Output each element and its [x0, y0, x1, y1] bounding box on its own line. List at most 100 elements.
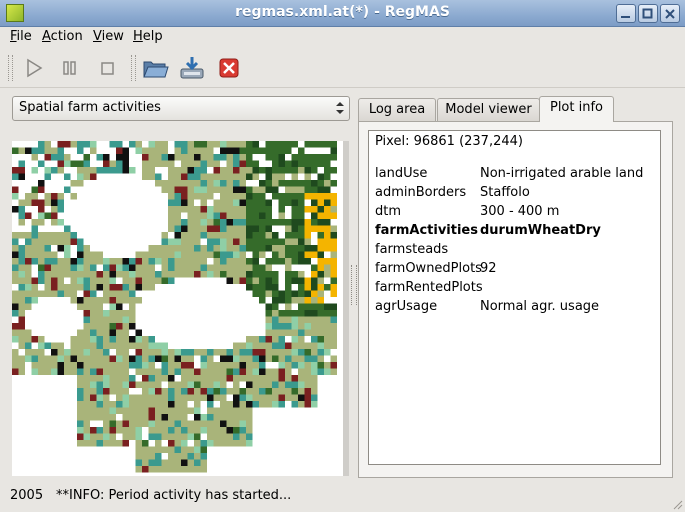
map-cell [246, 141, 253, 148]
map-cell [298, 394, 305, 401]
map-cell [233, 271, 240, 278]
map-cell [122, 310, 129, 317]
stop-button[interactable] [93, 54, 121, 82]
plot-info-box[interactable]: Pixel: 96861 (237,244) landUse Non-irriga… [368, 130, 661, 465]
map-cell [44, 368, 51, 375]
map-cell [181, 186, 188, 193]
map-cell [12, 238, 19, 245]
toolbar-grip[interactable] [8, 55, 13, 81]
map-cell [233, 342, 240, 349]
menu-file[interactable]: File [10, 29, 32, 44]
map-cell [285, 147, 292, 154]
tab-model-viewer[interactable]: Model viewer [437, 98, 540, 121]
map-cell [311, 290, 318, 297]
stop-icon [101, 62, 114, 75]
map-cell [272, 303, 279, 310]
map-cell [187, 453, 194, 460]
map-cell [12, 355, 19, 362]
map-cell [317, 329, 324, 336]
layer-select[interactable]: Spatial farm activities [12, 96, 350, 121]
map-cell [77, 420, 84, 427]
info-key: farmOwnedPlots [375, 261, 482, 276]
map-cell [57, 147, 64, 154]
map-cell [174, 251, 181, 258]
map-cell [317, 160, 324, 167]
map-cell [272, 180, 279, 187]
map-cell [83, 336, 90, 343]
map-cell [12, 303, 19, 310]
map-cell [304, 297, 311, 304]
map-cell [135, 453, 142, 460]
map-cell [265, 206, 272, 213]
map-cell [142, 381, 149, 388]
close-window-button[interactable] [660, 4, 680, 23]
map-cell [155, 446, 162, 453]
panel-splitter[interactable] [351, 265, 357, 305]
map-cell [103, 388, 110, 395]
map-cell [265, 186, 272, 193]
map-cell [31, 199, 38, 206]
maximize-button[interactable] [638, 4, 658, 23]
map-cell [304, 290, 311, 297]
map-cell [220, 420, 227, 427]
tab-plot-info[interactable]: Plot info [539, 96, 614, 122]
title-bar[interactable]: regmas.xml.at(*) - RegMAS [0, 0, 685, 27]
map-cell [285, 271, 292, 278]
map-cell [298, 401, 305, 408]
play-button[interactable] [20, 54, 48, 82]
map-cell [298, 186, 305, 193]
map-cell [298, 212, 305, 219]
map-cell [330, 303, 337, 310]
map-cell [148, 271, 155, 278]
map-cell [304, 238, 311, 245]
map-cell [116, 284, 123, 291]
close-button[interactable] [215, 54, 243, 82]
map-cell [70, 271, 77, 278]
menu-help[interactable]: Help [133, 29, 163, 44]
map-cell [330, 238, 337, 245]
map-cell [181, 160, 188, 167]
toolbar-grip-2[interactable] [131, 55, 136, 81]
map-cell [96, 362, 103, 369]
map-cell [142, 440, 149, 447]
map-cell [252, 336, 259, 343]
map-cell [226, 433, 233, 440]
map-cell [233, 199, 240, 206]
map-cell [142, 264, 149, 271]
menu-action[interactable]: Action [42, 29, 83, 44]
map-cell [200, 440, 207, 447]
map-scrollbar[interactable] [343, 141, 349, 476]
map-cell [90, 375, 97, 382]
map-cell [220, 440, 227, 447]
map-cell [51, 342, 58, 349]
save-button[interactable] [178, 54, 206, 82]
map-cell [226, 427, 233, 434]
map-cell [246, 186, 253, 193]
pause-button[interactable] [56, 54, 84, 82]
map-cell [213, 232, 220, 239]
map-cell [51, 355, 58, 362]
map-cell [148, 173, 155, 180]
map-cell [226, 271, 233, 278]
map-cell [181, 401, 188, 408]
map-cell [109, 433, 116, 440]
map-view[interactable] [12, 141, 348, 476]
map-cell [233, 440, 240, 447]
map-cell [311, 206, 318, 213]
map-cell [239, 206, 246, 213]
map-cell [278, 329, 285, 336]
tab-log-area[interactable]: Log area [358, 98, 436, 121]
map-cell [57, 349, 64, 356]
map-cell [51, 193, 58, 200]
map-cell [239, 251, 246, 258]
map-cell [148, 154, 155, 161]
map-cell [278, 154, 285, 161]
map-cell [330, 141, 337, 148]
map-cell [142, 284, 149, 291]
resize-grip-icon[interactable] [671, 498, 683, 510]
map-cell [116, 167, 123, 174]
menu-view[interactable]: View [93, 29, 124, 44]
open-button[interactable] [141, 54, 169, 82]
map-cell [25, 355, 32, 362]
minimize-button[interactable] [616, 4, 636, 23]
